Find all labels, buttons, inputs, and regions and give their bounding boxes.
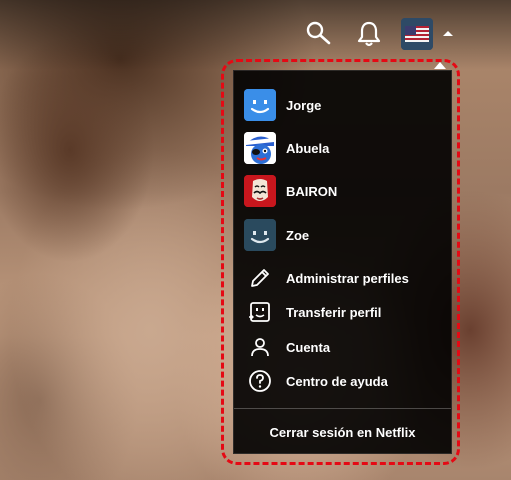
profile-dropdown-menu: Jorge Abuela BAIRON Zoe Administrar perf… (233, 70, 452, 454)
profile-item-jorge[interactable]: Jorge (244, 89, 321, 121)
profile-avatar-jorge (244, 89, 276, 121)
profile-name: Abuela (286, 140, 330, 156)
user-icon (251, 338, 269, 357)
action-label: Centro de ayuda (286, 373, 388, 389)
menu-divider (234, 408, 451, 409)
transfer-profile-icon (249, 302, 270, 322)
account-avatar[interactable] (401, 18, 433, 50)
profile-name: Zoe (286, 227, 310, 243)
menu-pointer-arrow (434, 62, 446, 69)
action-label: Transferir perfil (286, 304, 382, 320)
account-link[interactable]: Cuenta (248, 335, 330, 359)
us-flag-icon (401, 18, 433, 50)
action-label: Cuenta (286, 339, 331, 355)
action-label: Administrar perfiles (286, 270, 409, 286)
profile-item-bairon[interactable]: BAIRON (244, 175, 337, 207)
profile-avatar-zoe (244, 219, 276, 251)
profile-item-zoe[interactable]: Zoe (244, 219, 309, 251)
pencil-icon (251, 269, 269, 287)
profile-name: Jorge (286, 97, 322, 113)
search-icon[interactable] (305, 20, 331, 46)
sign-out-button[interactable]: Cerrar sesión en Netflix (234, 421, 451, 445)
profile-avatar-bairon (244, 175, 276, 207)
transfer-profile-link[interactable]: Transferir perfil (248, 300, 381, 324)
bell-icon[interactable] (356, 20, 382, 48)
manage-profiles-link[interactable]: Administrar perfiles (248, 266, 409, 290)
help-circle-icon (249, 370, 271, 392)
caret-up-icon[interactable] (443, 31, 453, 36)
profile-avatar-abuela (244, 132, 276, 164)
help-center-link[interactable]: Centro de ayuda (248, 369, 388, 393)
profile-name: BAIRON (286, 183, 338, 199)
profile-item-abuela[interactable]: Abuela (244, 132, 329, 164)
